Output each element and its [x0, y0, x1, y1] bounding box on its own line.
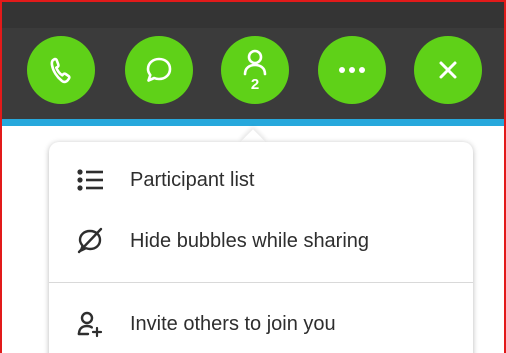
- list-icon: [75, 165, 105, 195]
- menu-item-label: Participant list: [130, 168, 255, 191]
- app-window: 2 Participant list Hide bubbles while sh…: [0, 0, 506, 353]
- menu-item-label: Invite others to join you: [130, 312, 336, 335]
- participant-count-badge: 2: [250, 76, 260, 93]
- menu-item-invite[interactable]: Invite others to join you: [49, 299, 473, 349]
- participants-button[interactable]: 2: [221, 36, 289, 104]
- menu-item-hide-bubbles[interactable]: Hide bubbles while sharing: [49, 216, 473, 266]
- chat-bubble-icon: [146, 57, 172, 82]
- more-options-button[interactable]: [318, 36, 386, 104]
- toolbar-background-hint: [2, 2, 504, 28]
- accent-strip: [2, 119, 504, 126]
- person-icon: [243, 49, 267, 76]
- ellipsis-icon: [339, 67, 365, 73]
- chat-button[interactable]: [125, 36, 193, 104]
- close-icon: [439, 61, 457, 79]
- phone-icon: [50, 57, 71, 84]
- call-toolbar: 2: [2, 2, 504, 119]
- menu-divider: [49, 282, 473, 283]
- add-person-icon: [75, 309, 105, 339]
- menu-item-participant-list[interactable]: Participant list: [49, 155, 473, 205]
- menu-item-label: Hide bubbles while sharing: [130, 229, 370, 252]
- close-button[interactable]: [414, 36, 482, 104]
- call-button[interactable]: [27, 36, 95, 104]
- participants-menu: Participant list Hide bubbles while shar…: [49, 142, 473, 353]
- hide-bubbles-icon: [75, 226, 105, 256]
